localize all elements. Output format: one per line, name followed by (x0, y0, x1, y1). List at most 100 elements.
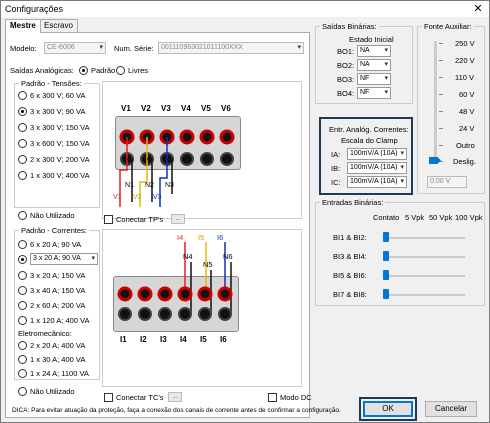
clamp-ib-select[interactable]: 100mV/A (10A) ▾ (347, 162, 407, 174)
tensao-radio-3[interactable] (18, 139, 27, 148)
tensao-nao-utilizado-radio[interactable] (18, 211, 27, 220)
corrente-option-5: 1 x 120 A; 400 VA (30, 316, 90, 325)
clamp-ia-select[interactable]: 100mV/A (10A) ▾ (347, 148, 407, 160)
modo-dc-checkbox[interactable] (268, 393, 277, 402)
current-terminals (117, 286, 233, 321)
tensao-radio-2[interactable] (18, 123, 27, 132)
corrente-radio-0[interactable] (18, 240, 27, 249)
bo2-select[interactable]: NA ▾ (357, 59, 391, 71)
eb-slider-thumb-2[interactable] (383, 270, 389, 280)
bo4-value: NF (360, 89, 370, 96)
livres-radio[interactable] (116, 66, 125, 75)
eb-slider-track-1[interactable] (385, 256, 465, 258)
bo3-label: BO3: (337, 75, 355, 84)
tensao-radio-1[interactable] (18, 107, 27, 116)
tensao-option-3: 3 x 600 V; 150 VA (30, 139, 90, 148)
modelo-select[interactable]: CE-6006 ▾ (44, 42, 106, 54)
wire-label-v1: V1 (113, 194, 122, 201)
eb-slider-track-3[interactable] (385, 294, 465, 296)
tensoes-title: Padrão - Tensões: (19, 79, 84, 88)
eb-slider-track-2[interactable] (385, 275, 465, 277)
fonte-slider-track[interactable] (434, 41, 437, 163)
voltage-diagram: V1 V2 V3 V4 V5 V6 N1 N2 N3 V1 V2 V3 (102, 81, 302, 219)
fonte-level-7: Deslig. (453, 157, 476, 166)
wire-label-v2: V2 (133, 194, 142, 201)
tab-mestre[interactable]: Mestre (5, 19, 41, 33)
eletro-radio-2[interactable] (18, 369, 27, 378)
modelo-label: Modelo: (10, 44, 37, 53)
eb-row-label-2: BI5 & BI6: (333, 271, 367, 280)
terminal-i2 (137, 286, 153, 302)
tab-escravo[interactable]: Escravo (39, 19, 78, 32)
correntes-title: Padrão - Correntes: (19, 226, 89, 235)
config-window: Configurações ✕ Mestre Escravo Modelo: C… (0, 0, 490, 423)
corrente-option-4: 2 x 60 A; 200 VA (30, 301, 86, 310)
title-bar: Configurações ✕ (1, 1, 489, 17)
bo3-select[interactable]: NF ▾ (357, 73, 391, 85)
clamp-ic-select[interactable]: 100mV/A (10A) ▾ (347, 176, 407, 188)
corrente-radio-4[interactable] (18, 301, 27, 310)
corrente-option-select[interactable]: 3 x 20 A; 90 VA ▾ (30, 253, 98, 265)
eb-slider-thumb-0[interactable] (383, 232, 389, 242)
num-serie-select[interactable]: 001110963021011100XXX ▾ (158, 42, 304, 54)
conectar-tps-checkbox[interactable] (104, 215, 113, 224)
fonte-level-1: 220 V (455, 56, 475, 65)
tensao-radio-4[interactable] (18, 155, 27, 164)
terminal-in4 (178, 307, 192, 321)
tensao-nao-utilizado-label: Não Utilizado (30, 211, 75, 220)
eletro-radio-1[interactable] (18, 355, 27, 364)
eb-slider-thumb-3[interactable] (383, 289, 389, 299)
padrao-label: Padrão (91, 66, 116, 75)
fonte-tick (439, 43, 443, 44)
conectar-tcs-button[interactable]: ... (168, 392, 182, 402)
dica-text: DICA: Para evitar atuação da proteção, f… (12, 407, 341, 414)
bo2-value: NA (360, 61, 370, 68)
terminal-n6 (220, 152, 234, 166)
eb-header-contato: Contato (373, 213, 400, 222)
fonte-level-2: 110 V (455, 73, 475, 82)
terminal-label-v1: V1 (121, 104, 131, 113)
terminal-in1 (118, 307, 132, 321)
eb-header-50vpk: 50 Vpk (429, 213, 453, 222)
terminal-label-v3: V3 (161, 104, 171, 113)
estado-inicial-label: Estado Inicial (349, 35, 394, 44)
cancel-button[interactable]: Cancelar (425, 401, 477, 417)
current-diagram: I4 I5 I6 N4 N5 N6 I1 I2 I3 I4 I5 I6 (102, 229, 302, 387)
corrente-radio-3[interactable] (18, 286, 27, 295)
corrente-radio-5[interactable] (18, 316, 27, 325)
close-icon[interactable]: ✕ (467, 1, 489, 17)
eletromecanico-label: Eletromecânico: (18, 329, 72, 338)
terminal-i5 (197, 286, 213, 302)
eb-slider-thumb-1[interactable] (383, 251, 389, 261)
conectar-tps-button[interactable]: ... (171, 214, 185, 224)
chevron-down-icon: ▾ (99, 44, 103, 51)
chevron-down-icon: ▾ (400, 164, 404, 171)
corrente-radio-1[interactable] (18, 255, 27, 264)
bo4-select[interactable]: NF ▾ (357, 87, 391, 99)
terminal-i1 (117, 286, 133, 302)
conectar-tps-label: Conectar TP's (116, 215, 164, 224)
fonte-level-4: 48 V (459, 107, 475, 116)
clamp-escala-label: Escala do Clamp (341, 136, 398, 145)
eletro-radio-0[interactable] (18, 341, 27, 350)
fonte-tick (439, 77, 443, 78)
corrente-nao-utilizado-radio[interactable] (18, 387, 27, 396)
padrao-radio[interactable] (79, 66, 88, 75)
wire-label-n1: N1 (125, 182, 134, 189)
fonte-level-5: 24 V (459, 124, 475, 133)
wire-label-i5: I5 (198, 233, 205, 242)
fonte-auxiliar-group: Fonte Auxiliar: (417, 22, 485, 194)
corrente-radio-2[interactable] (18, 271, 27, 280)
fonte-readout: 0.00 V (427, 176, 467, 188)
bo1-select[interactable]: NA ▾ (357, 45, 391, 57)
wire-label-n5: N5 (203, 260, 213, 269)
tensao-radio-5[interactable] (18, 171, 27, 180)
mestre-panel: Modelo: CE-6006 ▾ Num. Série: 00111096302… (5, 32, 341, 418)
ok-button[interactable]: OK (363, 401, 413, 417)
tensao-radio-0[interactable] (18, 91, 27, 100)
fonte-tick (439, 111, 443, 112)
conectar-tcs-checkbox[interactable] (104, 393, 113, 402)
eb-slider-track-0[interactable] (385, 237, 465, 239)
wire-label-i6: I6 (217, 233, 224, 242)
eletro-option-1: 1 x 30 A; 400 VA (30, 355, 86, 364)
